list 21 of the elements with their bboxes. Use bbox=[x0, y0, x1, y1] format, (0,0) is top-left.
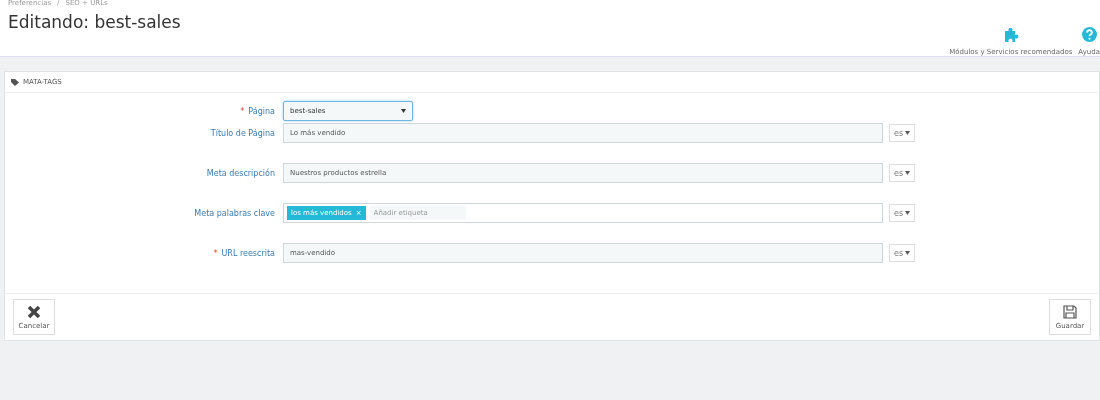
close-icon bbox=[27, 304, 41, 319]
field-label: Meta descripción bbox=[206, 168, 275, 178]
caret-icon bbox=[905, 171, 911, 175]
language-dropdown[interactable]: es bbox=[889, 204, 915, 222]
required-mark: * bbox=[240, 106, 245, 116]
caret-icon bbox=[905, 251, 911, 255]
field-label: Página bbox=[248, 106, 275, 116]
field-label: Título de Página bbox=[210, 128, 275, 138]
language-dropdown[interactable]: es bbox=[889, 124, 915, 142]
field-label: Meta palabras clave bbox=[194, 208, 275, 218]
tags-icon bbox=[11, 78, 20, 86]
required-mark: * bbox=[213, 248, 218, 258]
language-dropdown[interactable]: es bbox=[889, 244, 915, 262]
field-label: URL reescrita bbox=[221, 248, 275, 258]
help-icon bbox=[1081, 27, 1097, 42]
language-dropdown[interactable]: es bbox=[889, 164, 915, 182]
puzzle-icon bbox=[1002, 28, 1019, 42]
caret-icon bbox=[905, 131, 911, 135]
page-title: Editando: best-sales bbox=[8, 12, 181, 32]
caret-icon bbox=[401, 109, 406, 113]
caret-icon bbox=[905, 211, 911, 215]
